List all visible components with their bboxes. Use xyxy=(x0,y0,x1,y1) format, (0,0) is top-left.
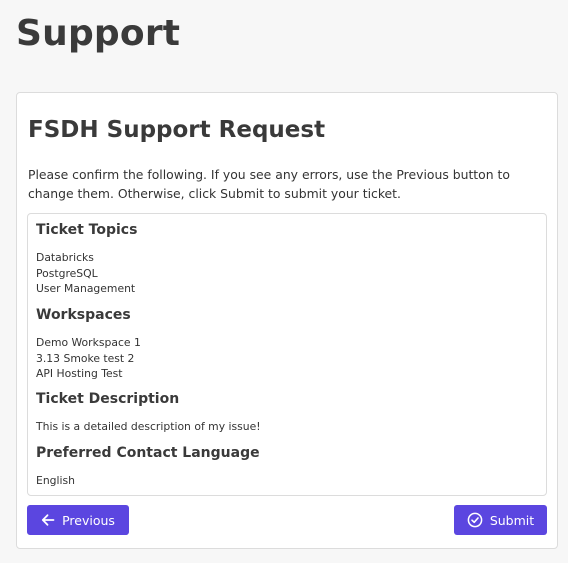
support-request-card: FSDH Support Request Please confirm the … xyxy=(16,92,558,549)
ticket-description-heading: Ticket Description xyxy=(36,391,180,407)
workspace-item: Demo Workspace 1 xyxy=(36,336,141,349)
arrow-left-icon xyxy=(41,513,55,527)
ticket-topic-item: Databricks xyxy=(36,251,94,264)
contact-language-block: English xyxy=(36,473,75,489)
submit-button-label: Submit xyxy=(489,512,535,528)
ticket-topic-item: User Management xyxy=(36,282,136,295)
workspaces-list: Demo Workspace 1 3.13 Smoke test 2 API H… xyxy=(36,335,141,382)
page-title: Support xyxy=(16,13,181,54)
ticket-description-block: This is a detailed description of my iss… xyxy=(36,419,261,435)
form-title: FSDH Support Request xyxy=(28,117,326,143)
ticket-topics-heading: Ticket Topics xyxy=(36,222,138,238)
previous-button-label: Previous xyxy=(62,512,115,528)
check-circle-icon xyxy=(467,512,483,528)
ticket-description-text: This is a detailed description of my iss… xyxy=(36,420,261,433)
previous-button[interactable]: Previous xyxy=(27,505,129,535)
ticket-topics-list: Databricks PostgreSQL User Management xyxy=(36,250,135,297)
ticket-summary: Ticket Topics Databricks PostgreSQL User… xyxy=(27,213,547,496)
workspace-item: 3.13 Smoke test 2 xyxy=(36,351,135,365)
submit-button[interactable]: Submit xyxy=(454,505,547,535)
ticket-topic-item: PostgreSQL xyxy=(36,266,98,280)
confirmation-instructions: Please confirm the following. If you see… xyxy=(28,167,510,201)
workspaces-heading: Workspaces xyxy=(36,307,131,323)
workspace-item: API Hosting Test xyxy=(36,367,123,380)
contact-language-value: English xyxy=(36,474,75,487)
contact-language-heading: Preferred Contact Language xyxy=(36,445,260,461)
